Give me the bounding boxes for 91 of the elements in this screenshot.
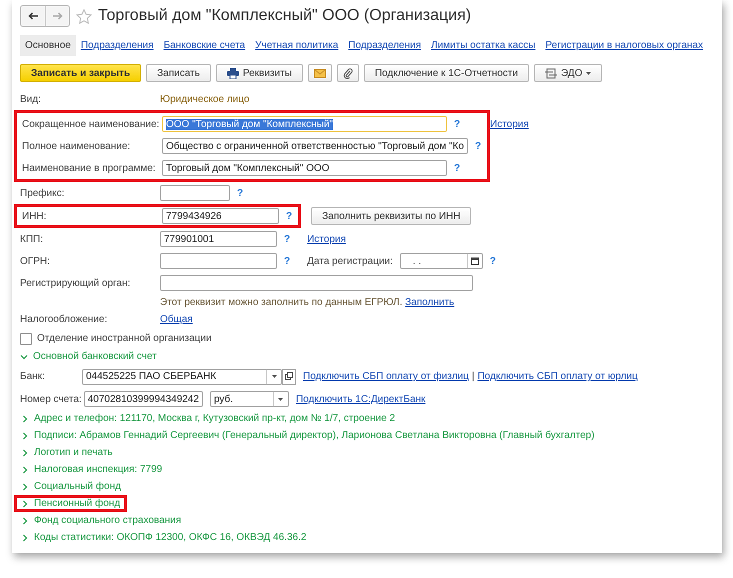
calendar-icon [470,257,479,265]
tab[interactable]: Подразделения [76,34,159,56]
field-label: ОГРН: [20,256,50,266]
fill-link[interactable]: Заполнить [405,296,454,308]
help-mark[interactable]: ? [474,140,482,152]
caret-icon [586,72,592,74]
field-label: КПП: [20,234,43,244]
field-label: Банк: [20,371,46,382]
mail-button[interactable] [308,64,332,82]
paperclip-icon [342,68,353,78]
text-field[interactable]: Общество с ограниченной ответственностью "Торговый дом "Ко [162,138,468,154]
section-header[interactable]: Адрес и телефон: 121170, Москва г, Кутузовский пр-кт, дом № 1/7, строение 2 [21,413,396,424]
field-label: Вид: [20,94,41,104]
tab[interactable]: Лимиты остатка кассы [426,34,540,56]
field-label: Полное наименование: [22,140,130,152]
chevron-right-icon [21,534,29,542]
caret-icon [272,375,276,378]
field-label: Номер счета: [20,394,82,404]
document-exchange-icon [544,68,557,78]
section-header[interactable]: Основной банковский счет [20,351,157,362]
field-label: Дата регистрации: [307,256,393,266]
prefix-field[interactable] [160,185,230,201]
date-field[interactable]: . . [400,253,483,269]
registrar-field[interactable] [160,275,473,291]
sbp-link[interactable]: Подключить СБП оплату от юрлиц [477,371,638,382]
details-button[interactable]: Реквизиты [216,64,303,82]
star-icon[interactable] [76,8,92,24]
section-header[interactable]: Фонд социального страхования [21,515,182,526]
chevron-right-icon [21,432,29,440]
section-header[interactable]: Подписи: Абрамов Геннадий Сергеевич (Генеральный директор), Ларионова Светлана Викторовна (Главный бухгалтер) [21,430,595,441]
field-label: Налогообложение: [20,314,108,325]
separator-text: | [472,371,474,382]
bank-field[interactable]: 044525225 ПАО СБЕРБАНК [82,368,282,384]
help-mark[interactable]: ? [454,162,460,174]
forward-arrow-icon [52,12,62,20]
chevron-right-icon [21,482,29,490]
chevron-right-icon [21,516,29,524]
help-mark[interactable]: ? [490,256,496,266]
text-field[interactable]: Торговый дом "Комплексный" ООО [162,160,447,176]
tab[interactable]: Регистрации в налоговых органах [540,34,708,56]
help-mark[interactable]: ? [237,188,244,198]
chevron-right-icon [21,448,29,456]
toolbar-button[interactable]: Записать [146,64,211,82]
help-mark[interactable]: ? [286,210,292,222]
field-label: Сокращенное наименование: [22,118,160,130]
hint-text: Этот реквизит можно заполнить по данным ЕГРЮЛ. Заполнить [160,296,454,308]
text-field[interactable]: ООО "Торговый дом "Комплексный" [162,116,447,132]
field-label: Префикс: [20,188,64,198]
toolbar-button[interactable]: Подключение к 1С-Отчетности [364,64,529,82]
section-header[interactable]: Коды статистики: ОКОПФ 12300, ОКФС 16, ОКВЭД 46.36.2 [21,532,306,543]
chevron-right-icon [21,466,29,474]
chevron-right-icon [21,500,29,508]
field-label: ИНН: [22,210,46,222]
tab[interactable]: Банковские счета [158,34,250,56]
save-close-button[interactable]: Записать и закрыть [20,64,142,82]
tab[interactable]: Подразделения [343,34,426,56]
section-header[interactable]: Логотип и печать [21,447,113,458]
fill-by-inn-button[interactable]: Заполнить реквизиты по ИНН [311,207,472,225]
tab[interactable]: Учетная политика [250,34,344,56]
edo-menu-button[interactable]: ЭДО [534,64,602,82]
section-header[interactable]: Пенсионный фонд [21,498,120,509]
help-mark[interactable]: ? [284,234,290,244]
kpp-field[interactable]: 779901001 [160,231,277,247]
inn-field[interactable]: 7799434926 [162,208,279,224]
section-header[interactable]: Социальный фонд [21,481,121,492]
back-arrow-icon [28,12,38,20]
checkbox-label: Отделение иностранной организации [37,333,212,344]
section-header[interactable]: Налоговая инспекция: 7799 [21,464,162,475]
account-field[interactable]: 40702810399994349242 [84,391,203,407]
envelope-icon [314,68,326,78]
window-title: Торговый дом "Комплексный" ООО (Организация) [98,7,472,25]
tab[interactable]: Основное [20,34,76,56]
field-value: Юридическое лицо [160,94,250,104]
directbank-link[interactable]: Подключить 1С:ДиректБанк [296,394,426,404]
field-label: Регистрирующий орган: [20,278,130,288]
history-link[interactable]: История [490,118,529,130]
field-label: Наименование в программе: [22,162,156,174]
chevron-down-icon [20,352,28,360]
open-icon[interactable] [282,368,296,384]
checkbox[interactable] [20,332,32,344]
printer-icon [226,68,239,78]
help-mark[interactable]: ? [284,256,290,266]
ogrn-field[interactable] [160,253,277,269]
chevron-right-icon [21,414,29,422]
taxation-link[interactable]: Общая [160,314,193,325]
caret-icon [278,398,284,400]
sbp-link[interactable]: Подключить СБП оплату от физлиц [303,371,469,382]
currency-field[interactable]: руб. [210,391,289,407]
attach-button[interactable] [336,64,359,82]
history-link[interactable]: История [307,234,346,244]
help-mark[interactable]: ? [454,118,460,130]
